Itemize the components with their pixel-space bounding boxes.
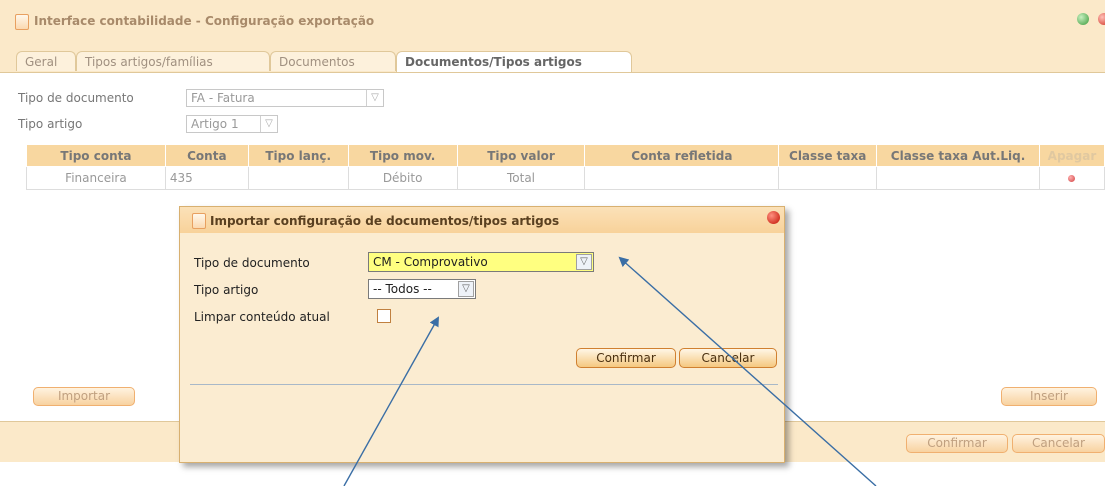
tab-documentos[interactable]: Documentos [270, 51, 396, 71]
doc-type-value: FA - Fatura [191, 91, 255, 105]
close-icon[interactable] [767, 211, 780, 224]
cell-classe-taxa-aut[interactable] [876, 166, 1040, 190]
cell-tipo-lanc[interactable] [247, 166, 349, 190]
dialog-divider [190, 384, 778, 385]
dialog-article-type-value: -- Todos -- [373, 282, 432, 296]
cell-apagar[interactable] [1038, 166, 1105, 190]
delete-icon[interactable] [1068, 175, 1076, 182]
article-type-value: Artigo 1 [191, 117, 239, 131]
tab-strip: Geral Tipos artigos/famílias Documentos … [0, 36, 1105, 72]
tab-tipos-artigos-familias[interactable]: Tipos artigos/famílias [76, 51, 270, 71]
doc-type-label: Tipo de documento [18, 91, 134, 105]
confirm-button[interactable]: Confirmar [906, 434, 1008, 453]
dialog-doc-type-select[interactable]: CM - Comprovativo ▽ [368, 252, 594, 272]
inserir-button[interactable]: Inserir [1001, 387, 1097, 406]
table-header-row: Tipo conta Conta Tipo lanç. Tipo mov. Ti… [26, 144, 1105, 167]
cell-classe-taxa[interactable] [778, 166, 878, 190]
chevron-down-icon: ▽ [366, 90, 383, 106]
dialog-doc-type-value: CM - Comprovativo [373, 255, 488, 269]
window-title: Interface contabilidade - Configuração e… [34, 14, 375, 28]
close-icon[interactable] [1098, 13, 1105, 25]
tab-geral[interactable]: Geral [16, 51, 76, 71]
dialog-doc-type-label: Tipo de documento [194, 256, 310, 270]
col-conta[interactable]: Conta [164, 144, 249, 167]
dialog-title: Importar configuração de documentos/tipo… [210, 214, 560, 228]
cell-conta[interactable]: 435 [164, 166, 249, 190]
col-tipo-conta[interactable]: Tipo conta [26, 144, 166, 167]
doc-type-select[interactable]: FA - Fatura ▽ [186, 89, 384, 107]
col-apagar: Apagar [1038, 144, 1105, 167]
cancel-button[interactable]: Cancelar [1012, 434, 1105, 453]
cell-tipo-mov[interactable]: Débito [347, 166, 458, 190]
dialog-cancel-button[interactable]: Cancelar [679, 348, 777, 368]
dialog-confirm-button[interactable]: Confirmar [576, 348, 676, 368]
window-title-bar: Interface contabilidade - Configuração e… [0, 0, 1105, 36]
chevron-down-icon: ▽ [576, 254, 592, 270]
clear-content-checkbox[interactable] [377, 309, 391, 323]
config-table: Tipo conta Conta Tipo lanç. Tipo mov. Ti… [26, 144, 1105, 190]
tab-documentos-tipos-artigos[interactable]: Documentos/Tipos artigos [396, 51, 632, 72]
importar-button[interactable]: Importar [33, 387, 135, 406]
dialog-title-bar[interactable]: Importar configuração de documentos/tipo… [180, 207, 784, 233]
dialog-clear-label: Limpar conteúdo atual [194, 310, 330, 324]
col-tipo-valor[interactable]: Tipo valor [456, 144, 586, 167]
col-classe-taxa-aut-liq[interactable]: Classe taxa Aut.Liq. [876, 144, 1040, 167]
col-classe-taxa[interactable]: Classe taxa [778, 144, 878, 167]
cell-tipo-valor[interactable]: Total [456, 166, 586, 190]
window-app-icon [15, 14, 29, 30]
chevron-down-icon: ▽ [260, 116, 277, 132]
cell-conta-refletida[interactable] [584, 166, 780, 190]
table-row[interactable]: Financeira 435 Débito Total [26, 166, 1105, 190]
help-icon[interactable] [1077, 13, 1089, 25]
chevron-down-icon: ▽ [458, 281, 474, 297]
col-conta-refletida[interactable]: Conta refletida [584, 144, 780, 167]
dialog-app-icon [192, 213, 206, 229]
cell-tipo-conta[interactable]: Financeira [26, 166, 166, 190]
article-type-select[interactable]: Artigo 1 ▽ [186, 115, 278, 133]
import-dialog: Importar configuração de documentos/tipo… [179, 206, 785, 463]
dialog-article-type-select[interactable]: -- Todos -- ▽ [368, 279, 476, 299]
article-type-label: Tipo artigo [18, 117, 83, 131]
dialog-article-type-label: Tipo artigo [194, 283, 259, 297]
col-tipo-mov[interactable]: Tipo mov. [347, 144, 458, 167]
col-tipo-lanc[interactable]: Tipo lanç. [247, 144, 349, 167]
